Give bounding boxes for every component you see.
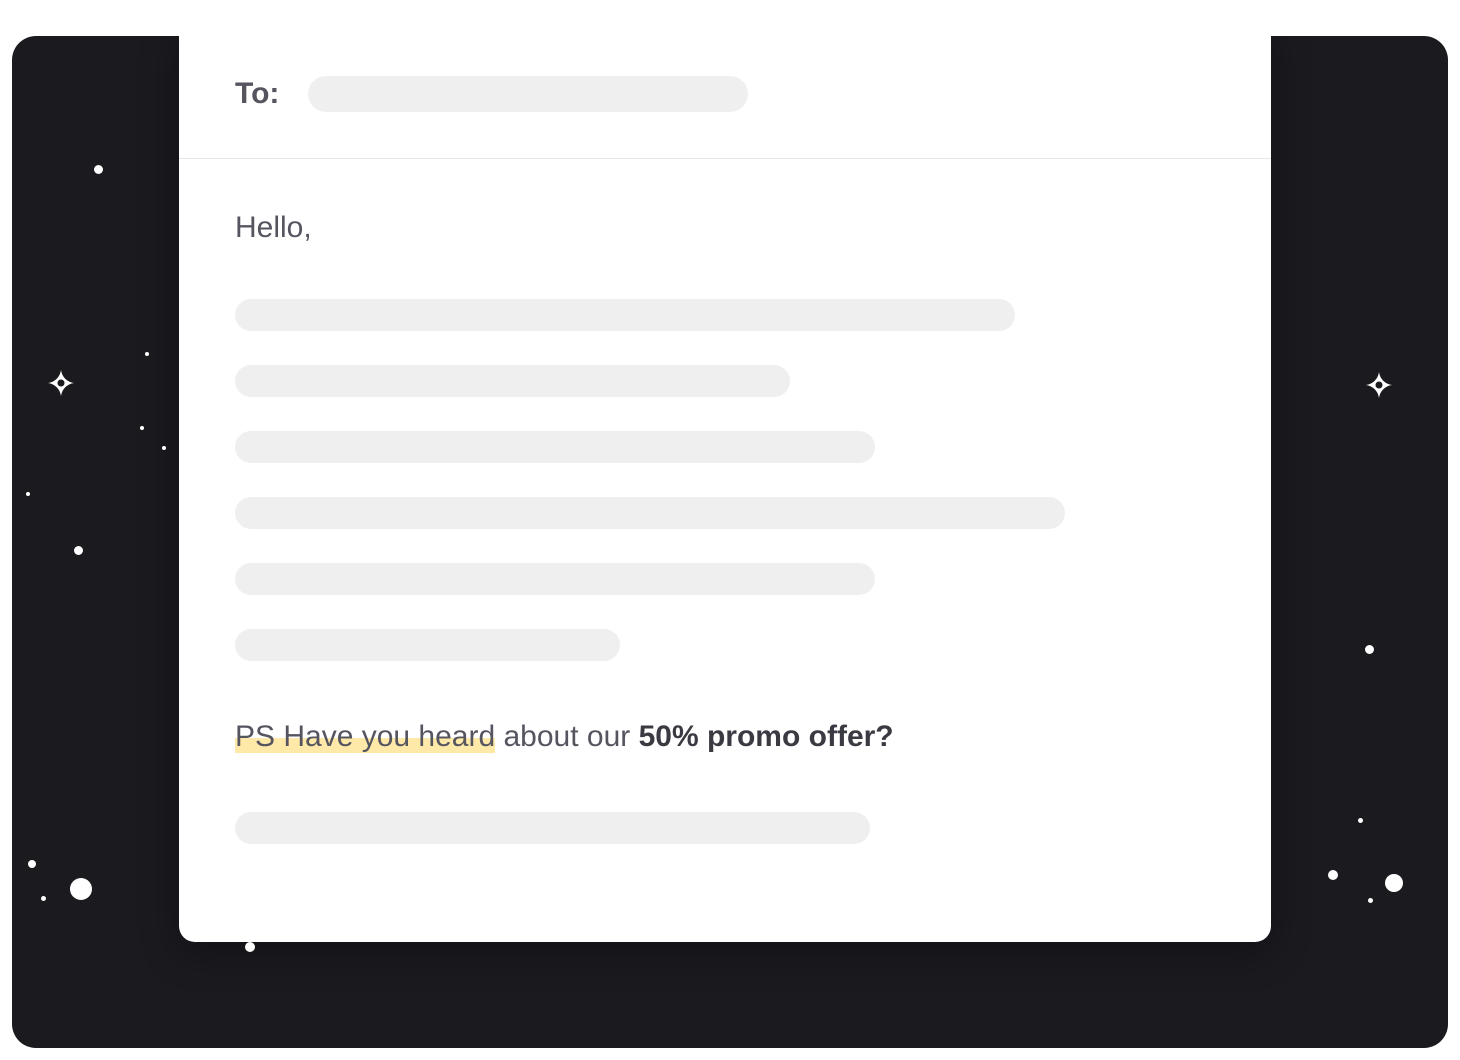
email-header: To:	[179, 36, 1271, 159]
body-line-placeholder	[235, 497, 1065, 529]
star-dot-icon	[245, 942, 255, 952]
star-dot-icon	[140, 426, 144, 430]
body-line-placeholder	[235, 563, 875, 595]
greeting-text: Hello,	[235, 211, 1215, 245]
star-dot-icon	[26, 492, 30, 496]
star-dot-icon	[1365, 645, 1374, 654]
ps-middle: about our	[495, 720, 638, 753]
star-dot-icon	[145, 352, 149, 356]
star-dot-icon	[94, 165, 103, 174]
star-dot-icon	[162, 446, 166, 450]
star-dot-icon	[1368, 898, 1373, 903]
background-panel: To: Hello, PS Have you heard about our 5…	[12, 36, 1448, 1048]
star-dot-icon	[70, 878, 92, 900]
star-dot-icon	[28, 860, 36, 868]
body-line-placeholder	[235, 629, 620, 661]
star-dot-icon	[1385, 874, 1403, 892]
ps-text: PS Have you heard about our 50% promo of…	[235, 717, 1215, 756]
to-field-placeholder[interactable]	[308, 76, 748, 112]
ps-bold: 50% promo offer?	[639, 720, 894, 753]
star-dot-icon	[74, 546, 83, 555]
ps-highlighted: PS Have you heard	[235, 720, 495, 753]
star-dot-icon	[1358, 818, 1363, 823]
star-dot-icon	[41, 896, 46, 901]
star-dot-icon	[1328, 870, 1338, 880]
to-label: To:	[235, 77, 279, 111]
body-line-placeholder	[235, 431, 875, 463]
body-line-placeholder	[235, 365, 790, 397]
body-line-placeholder	[235, 812, 870, 844]
email-body: Hello, PS Have you heard about our 50% p…	[179, 159, 1271, 930]
star-shape-icon	[1364, 370, 1394, 405]
email-card: To: Hello, PS Have you heard about our 5…	[179, 36, 1271, 942]
body-line-placeholder	[235, 299, 1015, 331]
star-shape-icon	[46, 368, 76, 403]
